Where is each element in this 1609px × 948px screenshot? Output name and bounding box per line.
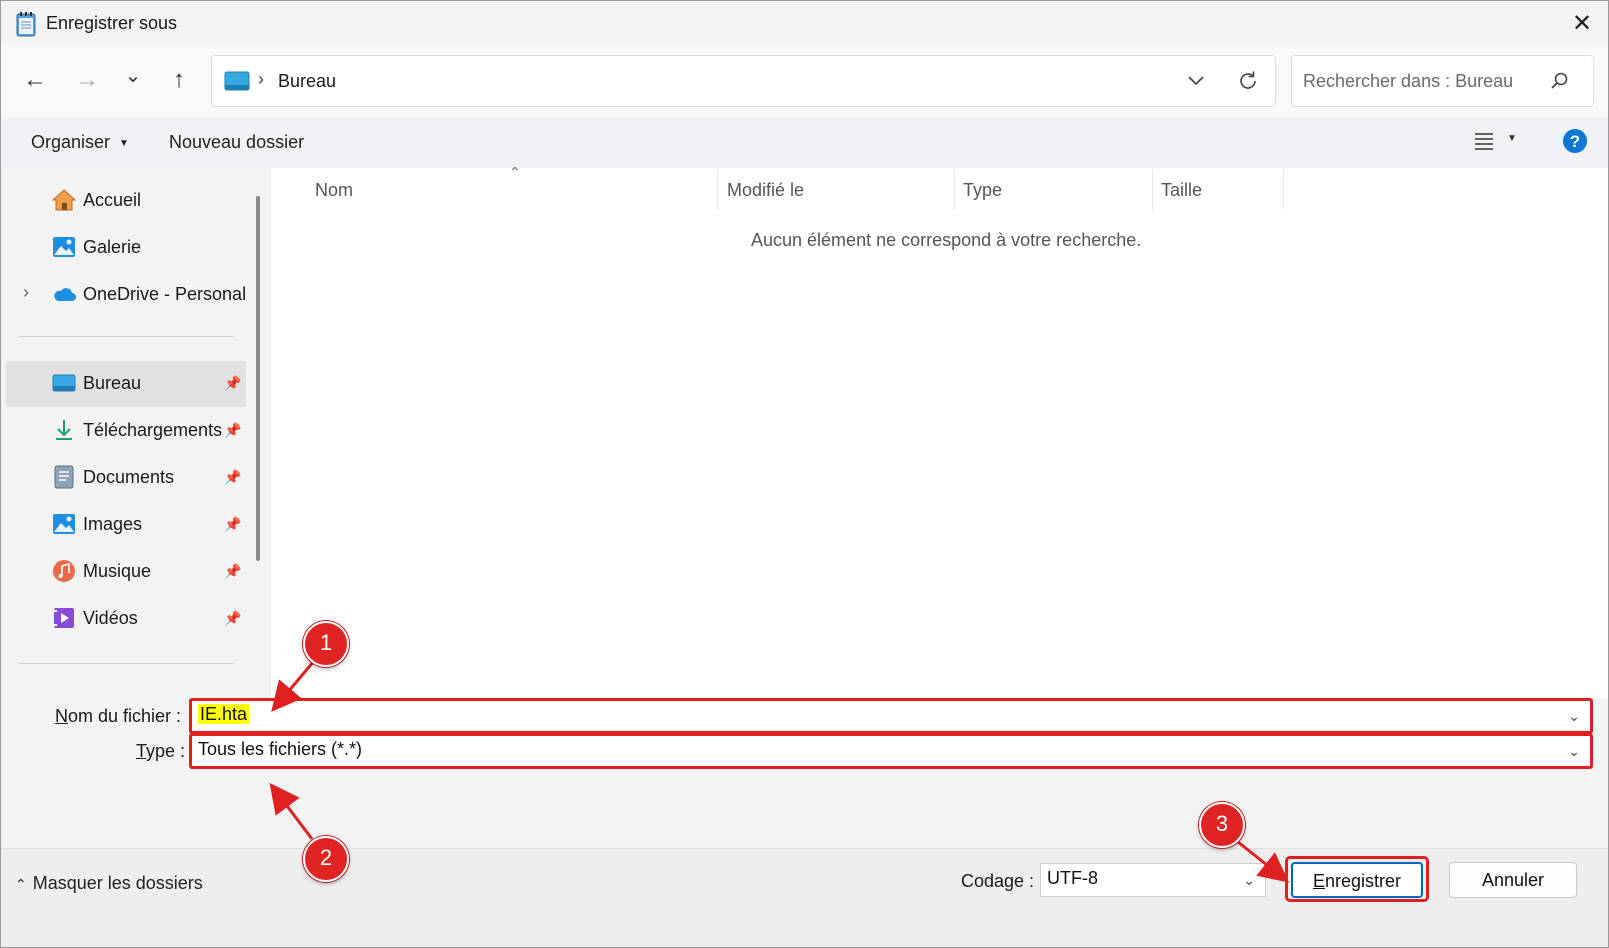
search-input[interactable]: Rechercher dans : Bureau [1303, 71, 1513, 92]
music-icon [53, 560, 75, 582]
filename-label: Nom du fichier : [55, 706, 182, 726]
view-list-icon[interactable] [1473, 131, 1495, 151]
pin-icon[interactable]: 📌 [224, 516, 241, 534]
download-icon [56, 420, 72, 440]
desktop-folder-icon [224, 71, 250, 91]
videos-icon [54, 608, 74, 628]
up-button[interactable]: ↑ [162, 63, 196, 97]
pictures-icon [53, 514, 75, 534]
navigation-pane: Accueil Galerie › OneDrive - Personal Bu… [1, 168, 271, 698]
sidebar-item-label: OneDrive - Personal [83, 284, 247, 304]
sidebar-item-accueil[interactable]: Accueil [6, 178, 246, 224]
title-bar: Enregistrer sous ✕ [1, 1, 1608, 45]
sidebar-item-label: Accueil [83, 190, 142, 210]
refresh-icon[interactable] [1237, 70, 1259, 92]
sidebar-item-label: Documents [83, 467, 175, 487]
hide-folders-button[interactable]: ⌃ Masquer les dossiers [15, 873, 203, 894]
home-icon [52, 189, 76, 211]
organize-button[interactable]: Organiser ▼ [31, 132, 129, 153]
type-label: Type : [136, 741, 186, 761]
sidebar-item-telechargements[interactable]: Téléchargements 📌 [6, 408, 246, 454]
sidebar-divider [19, 336, 234, 337]
column-separator[interactable] [954, 170, 955, 210]
notepad-icon [16, 12, 36, 37]
annotation-box-type [189, 733, 1593, 769]
annotation-box-save [1285, 856, 1429, 902]
sidebar-item-galerie[interactable]: Galerie [6, 225, 246, 271]
pin-icon[interactable]: 📌 [224, 563, 241, 581]
sidebar-item-documents[interactable]: Documents 📌 [6, 455, 246, 501]
cancel-button[interactable]: Annuler [1449, 862, 1577, 898]
search-icon[interactable] [1550, 71, 1570, 91]
encoding-select[interactable]: UTF-8 ⌄ [1040, 863, 1266, 897]
sidebar-item-videos[interactable]: Vidéos 📌 [6, 596, 246, 642]
save-as-dialog: Enregistrer sous ✕ ← → ⌄ ↑ › Bureau Rech… [0, 0, 1609, 948]
sidebar-item-musique[interactable]: Musique 📌 [6, 549, 246, 595]
onedrive-cloud-icon [54, 288, 76, 301]
column-separator[interactable] [1283, 170, 1284, 210]
sidebar-scrollbar[interactable] [256, 196, 260, 561]
window-title: Enregistrer sous [46, 13, 178, 33]
help-icon[interactable]: ? [1562, 128, 1588, 154]
save-form: Nom du fichier : IE.hta ⌄ Type : Tous le… [1, 698, 1608, 848]
dialog-footer: ⌃ Masquer les dossiers Codage : UTF-8 ⌄ E… [1, 848, 1608, 947]
caret-down-icon: ▼ [119, 137, 129, 149]
pin-icon[interactable]: 📌 [224, 610, 241, 628]
encoding-value: UTF-8 [1047, 868, 1098, 888]
sidebar-item-onedrive[interactable]: › OneDrive - Personal [6, 272, 246, 318]
view-options-caret-icon[interactable]: ▼ [1507, 133, 1517, 144]
sidebar-item-label: Téléchargements [83, 420, 223, 440]
sidebar-item-label: Bureau [83, 373, 142, 393]
callout-3: 3 [1199, 802, 1245, 848]
column-separator[interactable] [1152, 170, 1153, 210]
sidebar-divider [19, 663, 234, 664]
documents-icon [54, 465, 74, 489]
sidebar-item-label: Vidéos [83, 608, 138, 628]
column-separator[interactable] [717, 170, 718, 210]
annotation-box-filename [189, 698, 1593, 734]
hide-folders-label: Masquer les dossiers [32, 873, 203, 893]
organize-label: Organiser [31, 132, 111, 152]
chevron-down-icon[interactable]: ⌄ [1243, 872, 1255, 889]
gallery-icon [53, 237, 75, 257]
new-folder-button[interactable]: Nouveau dossier [169, 132, 304, 153]
sidebar-item-images[interactable]: Images 📌 [6, 502, 246, 548]
desktop-folder-icon [52, 374, 76, 392]
pin-icon[interactable]: 📌 [224, 469, 241, 487]
svg-text:?: ? [1570, 132, 1580, 151]
sidebar-item-label: Musique [83, 561, 152, 581]
pin-icon[interactable]: 📌 [224, 375, 241, 393]
column-header-size[interactable]: Taille [1161, 180, 1202, 201]
close-button[interactable]: ✕ [1566, 9, 1598, 39]
file-list: ⌃ Nom Modifié le Type Taille Aucun éléme… [271, 164, 1608, 698]
expand-chevron-icon[interactable]: › [23, 282, 29, 303]
back-button[interactable]: ← [18, 63, 52, 97]
callout-1: 1 [303, 621, 349, 667]
chevron-down-icon[interactable] [1187, 75, 1205, 87]
sidebar-item-bureau[interactable]: Bureau 📌 [6, 361, 246, 407]
forward-button[interactable]: → [70, 63, 104, 97]
empty-folder-message: Aucun élément ne correspond à votre rech… [751, 230, 1142, 250]
breadcrumb-bureau[interactable]: Bureau [278, 71, 336, 92]
pin-icon[interactable]: 📌 [224, 422, 241, 440]
sidebar-item-label: Images [83, 514, 143, 534]
chevron-up-icon: ⌃ [15, 876, 27, 892]
encoding-label: Codage : [961, 871, 1035, 891]
search-box[interactable]: Rechercher dans : Bureau [1291, 55, 1594, 107]
column-header-type[interactable]: Type [963, 180, 1002, 201]
column-header-modified[interactable]: Modifié le [727, 180, 804, 201]
breadcrumb-separator: › [258, 69, 264, 89]
address-bar[interactable]: › Bureau [211, 55, 1276, 107]
command-toolbar: Organiser ▼ Nouveau dossier ▼ ? [1, 118, 1608, 169]
recent-locations-button[interactable]: ⌄ [116, 59, 150, 93]
callout-2: 2 [303, 836, 349, 882]
sidebar-item-label: Galerie [83, 237, 142, 257]
sort-ascending-icon: ⌃ [509, 164, 521, 180]
column-header-name[interactable]: Nom [315, 180, 353, 201]
